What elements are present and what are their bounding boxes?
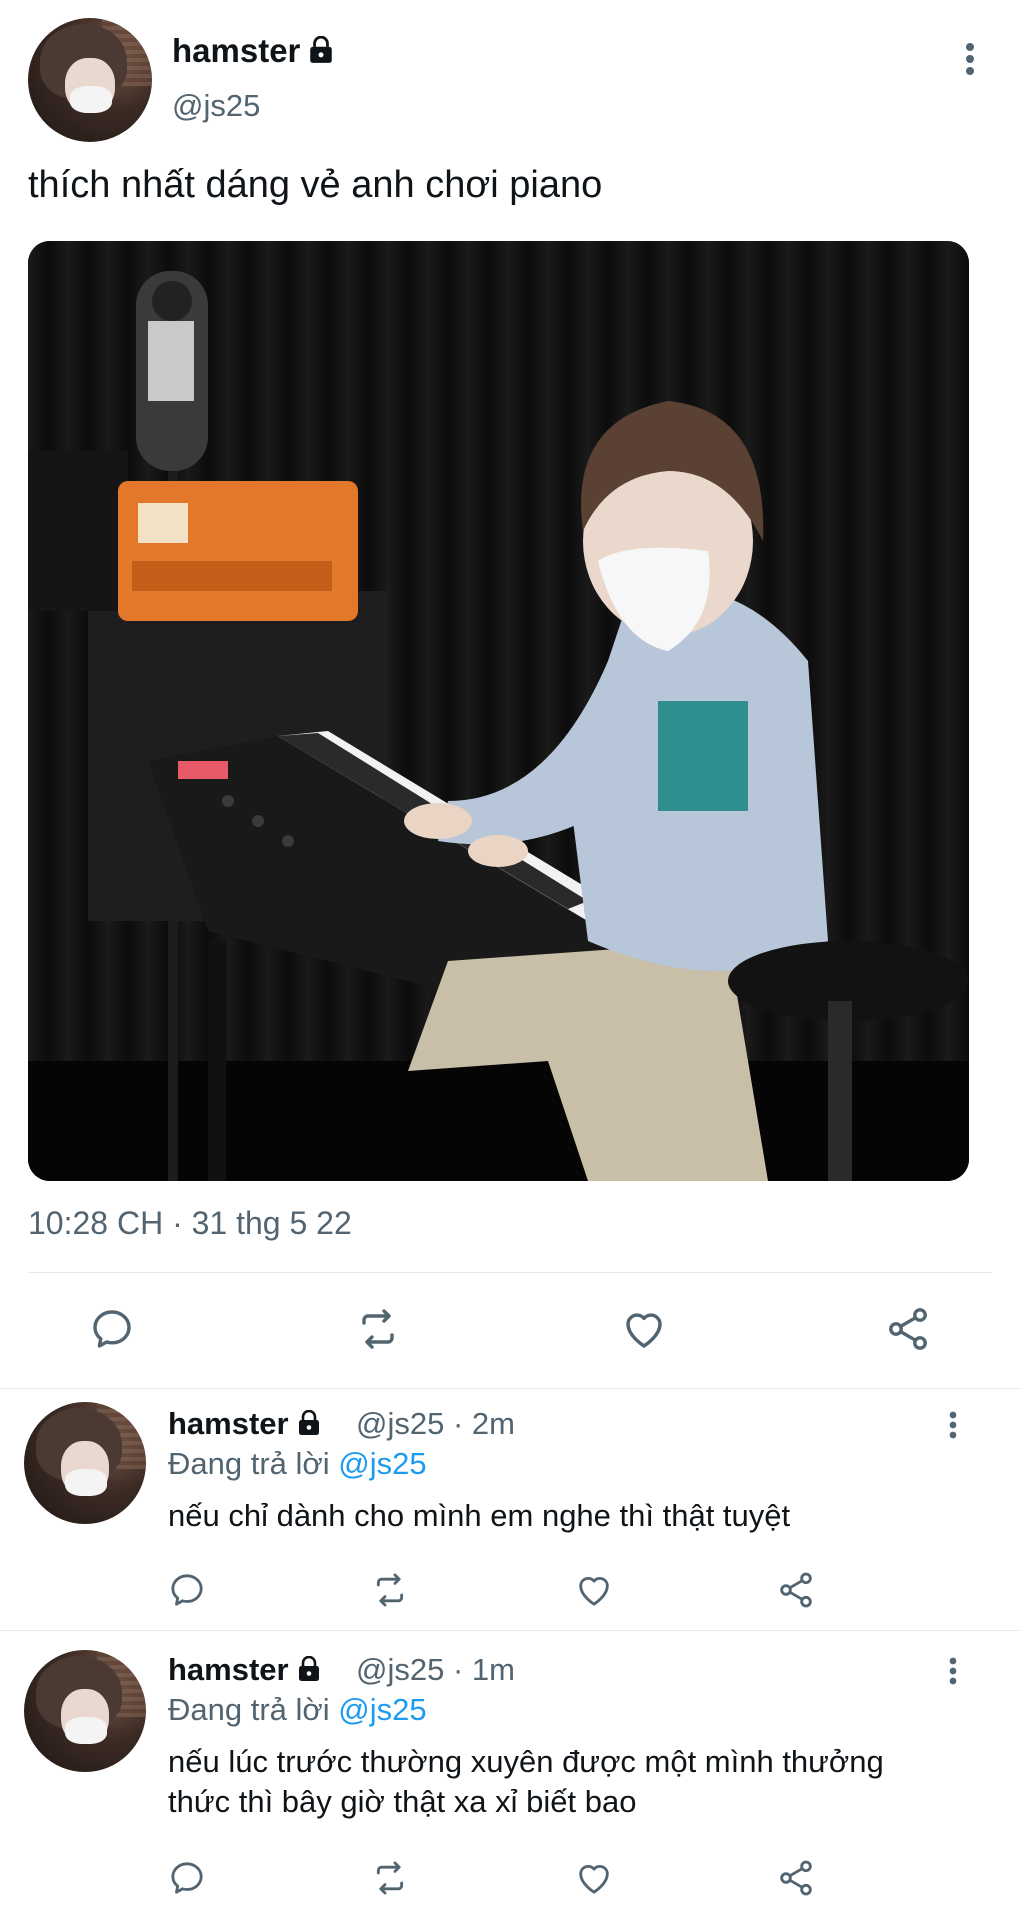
more-options-icon[interactable] <box>964 42 976 76</box>
tweet-text: thích nhất dáng vẻ anh chơi piano <box>28 164 603 206</box>
replying-to: Đang trả lời @js25 <box>168 1446 427 1482</box>
author-handle[interactable]: @js25 <box>172 88 260 124</box>
replying-prefix: Đang trả lời <box>168 1446 330 1481</box>
reply-icon[interactable] <box>167 1858 207 1898</box>
reply-icon[interactable] <box>167 1570 207 1610</box>
reply-time[interactable]: · 2m <box>453 1406 515 1441</box>
author-name[interactable]: hamster <box>172 32 334 70</box>
replying-prefix: Đang trả lời <box>168 1692 330 1727</box>
replying-to-link[interactable]: @js25 <box>338 1446 426 1481</box>
replying-to: Đang trả lời @js25 <box>168 1692 427 1728</box>
author-name-text[interactable]: hamster <box>168 1406 289 1441</box>
author-handle[interactable]: @js25 · 2m <box>356 1406 515 1442</box>
reply-text-line: nếu chỉ dành cho mình em nghe thì thật t… <box>168 1498 791 1533</box>
avatar[interactable] <box>24 1650 146 1772</box>
reply-tweet: hamster @js25 · 1m Đang trả lời @js25 nế… <box>0 1630 1020 1920</box>
avatar[interactable] <box>24 1402 146 1524</box>
share-icon[interactable] <box>776 1570 816 1610</box>
author-handle-text[interactable]: @js25 <box>356 1652 444 1687</box>
tweet-media-photo[interactable] <box>28 241 969 1181</box>
retweet-icon[interactable] <box>370 1858 410 1898</box>
author-name-text[interactable]: hamster <box>168 1652 289 1687</box>
author-handle[interactable]: @js25 · 1m <box>356 1652 515 1688</box>
author-handle-text[interactable]: @js25 <box>356 1406 444 1441</box>
author-name[interactable]: hamster <box>168 1406 321 1442</box>
share-icon[interactable] <box>884 1305 932 1353</box>
like-icon[interactable] <box>620 1305 668 1353</box>
main-tweet: hamster @js25 thích nhất dáng vẻ anh chơ… <box>0 0 1020 1388</box>
author-name-text[interactable]: hamster <box>172 32 300 69</box>
like-icon[interactable] <box>574 1570 614 1610</box>
reply-icon[interactable] <box>88 1305 136 1353</box>
retweet-icon[interactable] <box>370 1570 410 1610</box>
retweet-icon[interactable] <box>354 1305 402 1353</box>
reply-text-line: thức thì bây giờ thật xa xỉ biết bao <box>168 1784 637 1819</box>
author-name[interactable]: hamster <box>168 1652 321 1688</box>
lock-icon <box>297 1654 321 1681</box>
replying-to-link[interactable]: @js25 <box>338 1692 426 1727</box>
lock-icon <box>297 1408 321 1435</box>
photo-illustration <box>28 241 969 1181</box>
reply-text: nếu lúc trước thường xuyên được một mình… <box>168 1742 988 1822</box>
share-icon[interactable] <box>776 1858 816 1898</box>
reply-time[interactable]: · 1m <box>453 1652 515 1687</box>
reply-text: nếu chỉ dành cho mình em nghe thì thật t… <box>168 1496 988 1536</box>
lock-icon <box>308 34 334 63</box>
more-options-icon[interactable] <box>948 1410 958 1440</box>
reply-text-line: nếu lúc trước thường xuyên được một mình… <box>168 1744 884 1779</box>
avatar[interactable] <box>28 18 152 142</box>
tweet-timestamp[interactable]: 10:28 CH · 31 thg 5 22 <box>28 1205 352 1242</box>
divider <box>28 1272 992 1273</box>
more-options-icon[interactable] <box>948 1656 958 1686</box>
like-icon[interactable] <box>574 1858 614 1898</box>
reply-tweet: hamster @js25 · 2m Đang trả lời @js25 nế… <box>0 1388 1020 1630</box>
